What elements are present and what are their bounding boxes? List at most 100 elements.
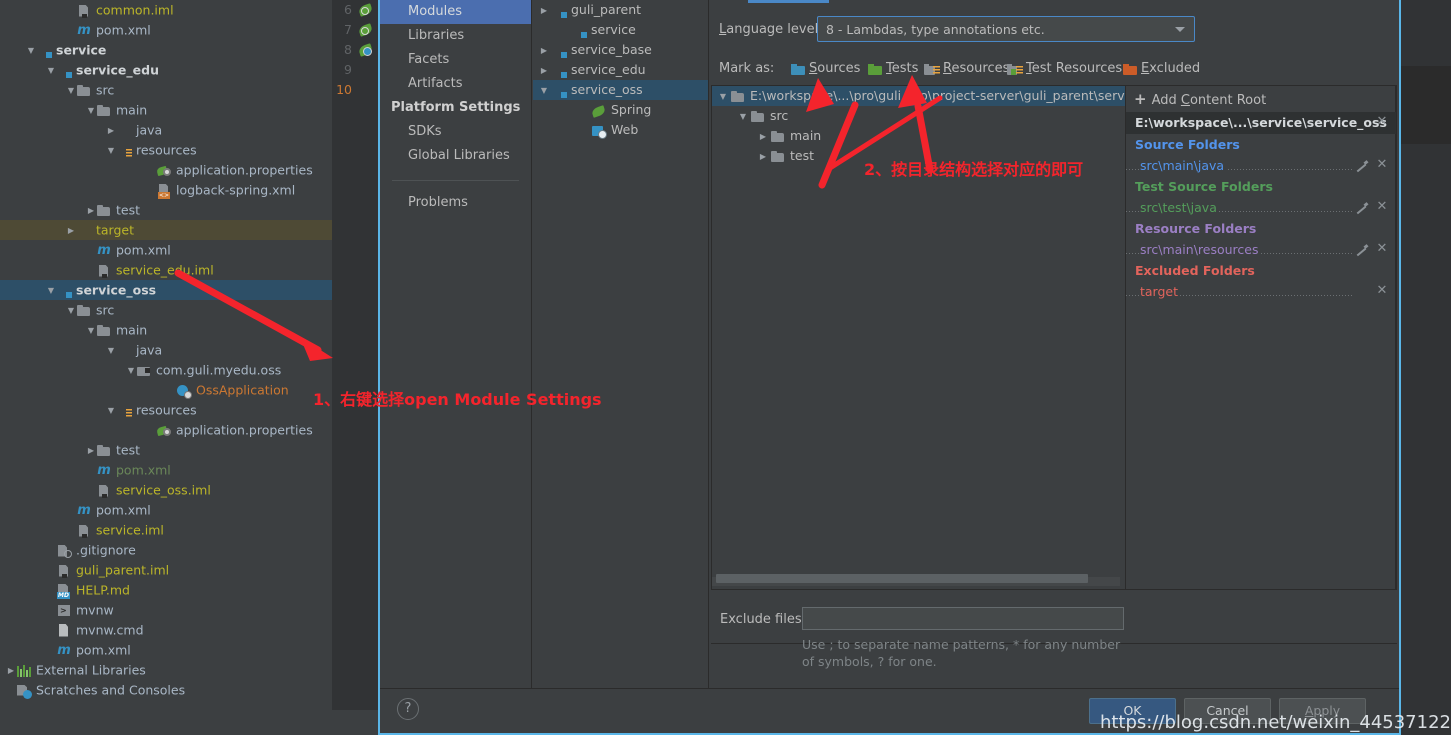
- module-tree-row[interactable]: ▶ guli_parent: [533, 0, 708, 20]
- module-tree-row[interactable]: Web: [533, 120, 708, 140]
- folder-entry[interactable]: src\main\java ✕: [1126, 155, 1396, 176]
- chevron-right-icon[interactable]: ▶: [537, 1, 551, 21]
- git-icon: [56, 543, 72, 559]
- language-level-combo[interactable]: 8 - Lambdas, type annotations etc.: [817, 16, 1195, 42]
- module-tree-row[interactable]: ▶ service_edu: [533, 60, 708, 80]
- remove-folder-icon[interactable]: ✕: [1375, 284, 1389, 298]
- project-tree-row[interactable]: m pom.xml: [0, 240, 332, 260]
- project-tree-row[interactable]: common.iml: [0, 0, 332, 20]
- project-tree-row[interactable]: ▼ resources: [0, 400, 332, 420]
- settings-category-libraries[interactable]: Libraries: [380, 24, 531, 48]
- chevron-down-icon[interactable]: ▼: [736, 107, 750, 127]
- project-tree-row[interactable]: service_oss.iml: [0, 480, 332, 500]
- project-tree-row[interactable]: MD HELP.md: [0, 580, 332, 600]
- settings-category-facets[interactable]: Facets: [380, 48, 531, 72]
- exclude-files-input[interactable]: [802, 607, 1124, 630]
- project-tree-row[interactable]: ▼ resources: [0, 140, 332, 160]
- module-tree-row[interactable]: ▶ service_base: [533, 40, 708, 60]
- project-tree-row[interactable]: ▶ java: [0, 120, 332, 140]
- chevron-down-icon[interactable]: ▼: [46, 281, 56, 301]
- project-tree-row[interactable]: > mvnw: [0, 600, 332, 620]
- chevron-right-icon[interactable]: ▶: [66, 221, 76, 241]
- line-number: 6: [344, 2, 352, 17]
- project-tree-row[interactable]: OssApplication: [0, 380, 332, 400]
- edit-pencil-icon[interactable]: [1355, 201, 1368, 214]
- chevron-right-icon[interactable]: ▶: [86, 441, 96, 461]
- leaf-web-icon[interactable]: [357, 42, 374, 58]
- chevron-down-icon[interactable]: ▼: [106, 341, 116, 361]
- project-tree-row[interactable]: ▶ target: [0, 220, 332, 240]
- chevron-down-icon[interactable]: ▼: [46, 61, 56, 81]
- leaf-search-icon[interactable]: [357, 22, 374, 38]
- help-button[interactable]: ?: [397, 698, 419, 720]
- project-tree-row[interactable]: .gitignore: [0, 540, 332, 560]
- folder-entry[interactable]: src\test\java ✕: [1126, 197, 1396, 218]
- edit-pencil-icon[interactable]: [1355, 159, 1368, 172]
- chevron-down-icon[interactable]: ▼: [86, 101, 96, 121]
- iml-icon: [96, 483, 112, 499]
- project-tree-row[interactable]: ▶ External Libraries: [0, 660, 332, 680]
- folder-entry[interactable]: target ✕: [1126, 281, 1396, 302]
- content-root-details-panel[interactable]: + Add Content Root E:\workspace\...\servi…: [1126, 86, 1396, 589]
- chevron-right-icon[interactable]: ▶: [537, 41, 551, 61]
- chevron-right-icon[interactable]: ▶: [756, 147, 770, 167]
- settings-category-artifacts[interactable]: Artifacts: [380, 72, 531, 96]
- project-tree-row[interactable]: <> logback-spring.xml: [0, 180, 332, 200]
- remove-content-root-icon[interactable]: ✕: [1375, 115, 1389, 129]
- project-tree-row[interactable]: m pom.xml: [0, 20, 332, 40]
- chevron-down-icon[interactable]: ▼: [126, 361, 136, 381]
- mark-as-excluded-button[interactable]: Excluded: [1122, 59, 1200, 79]
- module-tabs[interactable]: [710, 0, 1399, 4]
- project-tree-row[interactable]: application.properties: [0, 160, 332, 180]
- project-tree-row[interactable]: application.properties: [0, 420, 332, 440]
- project-tree-row[interactable]: m pom.xml: [0, 500, 332, 520]
- settings-category-problems[interactable]: Problems: [380, 191, 531, 215]
- project-tree-row[interactable]: service.iml: [0, 520, 332, 540]
- project-tree-row[interactable]: mvnw.cmd: [0, 620, 332, 640]
- project-tree-row[interactable]: ▼ service: [0, 40, 332, 60]
- chevron-right-icon[interactable]: ▶: [756, 127, 770, 147]
- module-tree-row[interactable]: service: [533, 20, 708, 40]
- project-tree-row[interactable]: ▶ test: [0, 200, 332, 220]
- chevron-down-icon[interactable]: ▼: [106, 401, 116, 421]
- project-tree-row[interactable]: guli_parent.iml: [0, 560, 332, 580]
- chevron-down-icon[interactable]: ▼: [537, 81, 551, 101]
- folder-icon: [76, 83, 92, 99]
- badge: [66, 291, 72, 298]
- settings-category-modules[interactable]: Modules: [380, 0, 531, 24]
- project-tree-row[interactable]: Scratches and Consoles: [0, 680, 332, 700]
- project-tool-window[interactable]: common.iml m pom.xml ▼ service ▼ service_edu ▼ s…: [0, 0, 332, 735]
- chevron-down-icon[interactable]: ▼: [66, 301, 76, 321]
- leaf-search-icon[interactable]: [357, 2, 374, 18]
- chevron-down-icon[interactable]: ▼: [106, 141, 116, 161]
- chevron-right-icon[interactable]: ▶: [106, 121, 116, 141]
- module-tree-panel[interactable]: ▶ guli_parent service ▶ service_base ▶ service…: [533, 0, 709, 688]
- project-tree-row[interactable]: ▼ src: [0, 80, 332, 100]
- mark-as-test-resources-button[interactable]: Test Resources: [1007, 59, 1122, 79]
- chevron-right-icon[interactable]: ▶: [86, 201, 96, 221]
- chevron-down-icon[interactable]: ▼: [716, 87, 730, 107]
- edit-pencil-icon[interactable]: [1355, 243, 1368, 256]
- remove-folder-icon[interactable]: ✕: [1375, 200, 1389, 214]
- module-tree-row[interactable]: ▼ service_oss: [533, 80, 708, 100]
- content-root-hscrollbar-track[interactable]: [712, 574, 1120, 586]
- project-tree-row[interactable]: m pom.xml: [0, 640, 332, 660]
- settings-category-global-libraries[interactable]: Global Libraries: [380, 144, 531, 168]
- chevron-right-icon[interactable]: ▶: [537, 61, 551, 81]
- remove-folder-icon[interactable]: ✕: [1375, 158, 1389, 172]
- chevron-down-icon[interactable]: ▼: [26, 41, 36, 61]
- settings-category-sdks[interactable]: SDKs: [380, 120, 531, 144]
- module-tree-row[interactable]: Spring: [533, 100, 708, 120]
- add-content-root-button[interactable]: + Add Content Root: [1126, 86, 1396, 112]
- remove-folder-icon[interactable]: ✕: [1375, 242, 1389, 256]
- project-tree-row[interactable]: ▼ service_edu: [0, 60, 332, 80]
- project-tree-row[interactable]: ▼ main: [0, 100, 332, 120]
- chevron-down-icon[interactable]: ▼: [66, 81, 76, 101]
- content-root-hscrollbar-thumb[interactable]: [716, 574, 1088, 583]
- folder-entry[interactable]: src\main\resources ✕: [1126, 239, 1396, 260]
- settings-category-list[interactable]: Modules Libraries Facets Artifacts Platform …: [380, 0, 532, 688]
- project-tree-row[interactable]: m pom.xml: [0, 460, 332, 480]
- chevron-down-icon[interactable]: ▼: [86, 321, 96, 341]
- chevron-right-icon[interactable]: ▶: [6, 661, 16, 681]
- project-tree-row[interactable]: ▶ test: [0, 440, 332, 460]
